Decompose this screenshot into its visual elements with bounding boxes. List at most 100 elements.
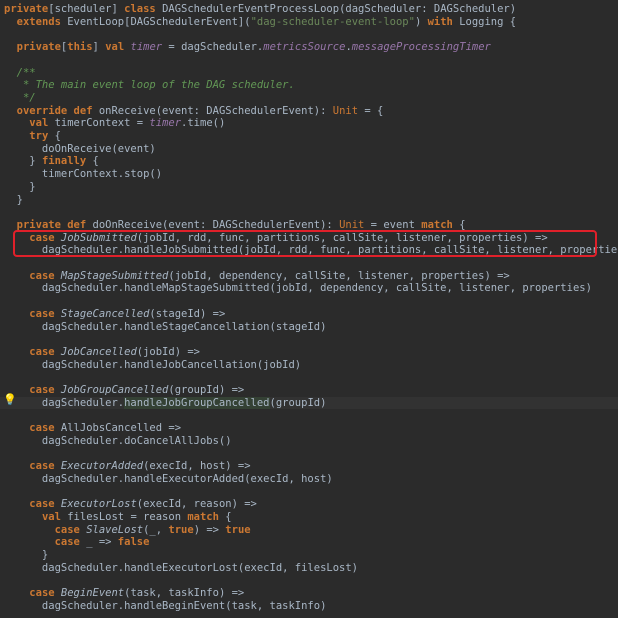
code-line[interactable]: [0, 28, 618, 41]
code-token: case: [29, 422, 61, 435]
code-token: = dagScheduler.: [162, 41, 264, 54]
code-token: [scheduler]: [48, 3, 125, 15]
code-token: }: [4, 155, 42, 168]
code-line[interactable]: [0, 409, 618, 422]
code-line[interactable]: [0, 333, 618, 346]
code-token: val: [105, 41, 131, 54]
code-line[interactable]: [0, 371, 618, 384]
code-token: StageCancelled: [60, 307, 150, 320]
code-token: DAGSchedulerEventProcessLoop(dagSchedule…: [162, 3, 517, 15]
code-line[interactable]: case ExecutorAdded(execId, host) =>: [0, 460, 618, 473]
code-line[interactable]: dagScheduler.handleJobGroupCancelled(gro…: [0, 396, 618, 410]
code-token: match: [187, 511, 226, 523]
code-line[interactable]: case JobCancelled(jobId) =>: [0, 346, 618, 359]
code-line[interactable]: } finally {: [0, 155, 618, 168]
code-token: private: [16, 41, 61, 54]
code-token: finally: [41, 155, 93, 168]
code-line[interactable]: case BeginEvent(task, taskInfo) =>: [0, 587, 618, 600]
code-token: Logging {: [459, 15, 517, 28]
code-token: .time(): [181, 117, 226, 130]
code-line[interactable]: case ExecutorLost(execId, reason) =>: [0, 498, 618, 511]
code-token: dagScheduler.handleExecutorAdded(execId,…: [4, 472, 333, 485]
code-line[interactable]: case MapStageSubmitted(jobId, dependency…: [0, 270, 618, 283]
code-token: case: [29, 307, 61, 320]
code-line[interactable]: dagScheduler.doCancelAllJobs(): [0, 435, 618, 448]
code-token: ]: [92, 41, 106, 54]
code-line[interactable]: val timerContext = timer.time(): [0, 117, 618, 130]
code-line[interactable]: dagScheduler.handleMapStageSubmitted(job…: [0, 282, 618, 295]
code-line[interactable]: [0, 206, 618, 219]
code-token: EventLoop[DAGSchedulerEvent](: [67, 15, 251, 28]
code-editor[interactable]: private[scheduler] class DAGSchedulerEve…: [0, 0, 618, 618]
code-token: (groupId) =>: [168, 384, 245, 396]
code-line[interactable]: case AllJobsCancelled =>: [0, 422, 618, 435]
code-line[interactable]: case _ => false: [0, 536, 618, 549]
code-line[interactable]: [0, 54, 618, 67]
code-line[interactable]: dagScheduler.handleExecutorAdded(execId,…: [0, 473, 618, 486]
code-line[interactable]: [0, 448, 618, 461]
code-token: (groupId): [269, 396, 327, 409]
code-token: dagScheduler.handleStageCancellation(sta…: [4, 320, 327, 333]
code-line[interactable]: override def onReceive(event: DAGSchedul…: [0, 105, 618, 118]
code-token: {: [225, 511, 232, 523]
code-token: {: [92, 155, 99, 168]
code-token: dagScheduler.handleMapStageSubmitted(job…: [4, 282, 592, 295]
code-token: (_,: [143, 523, 169, 536]
code-line[interactable]: dagScheduler.handleBeginEvent(task, task…: [0, 600, 618, 613]
code-token: dagScheduler.handleExecutorLost(execId, …: [4, 561, 359, 574]
code-line[interactable]: dagScheduler.handleStageCancellation(sta…: [0, 321, 618, 334]
code-line[interactable]: [0, 257, 618, 270]
code-token: dagScheduler.: [4, 396, 125, 409]
code-line[interactable]: case JobGroupCancelled(groupId) =>: [0, 384, 618, 397]
code-line[interactable]: }: [0, 549, 618, 562]
code-line[interactable]: [0, 295, 618, 308]
code-token: timerContext =: [54, 117, 150, 130]
code-token: this: [67, 41, 93, 54]
code-token: * The main event loop of the DAG schedul…: [4, 79, 295, 92]
code-line[interactable]: */: [0, 92, 618, 105]
code-token: doOnReceive(event): [4, 142, 156, 155]
code-token: onReceive(event: DAGSchedulerEvent):: [98, 104, 333, 117]
code-line[interactable]: [0, 486, 618, 499]
code-token: timer: [149, 117, 182, 130]
code-line[interactable]: val filesLost = reason match {: [0, 511, 618, 524]
code-token: /**: [4, 66, 36, 79]
code-line[interactable]: extends EventLoop[DAGSchedulerEvent]("da…: [0, 16, 618, 29]
code-line[interactable]: * The main event loop of the DAG schedul…: [0, 79, 618, 92]
code-line[interactable]: doOnReceive(event): [0, 143, 618, 156]
code-token: (stageId) =>: [149, 307, 226, 320]
code-token: dagScheduler.handleBeginEvent(task, task…: [4, 599, 327, 612]
code-line[interactable]: private[this] val timer = dagScheduler.m…: [0, 41, 618, 54]
code-token: val: [41, 511, 68, 523]
code-line[interactable]: try {: [0, 130, 618, 143]
code-line[interactable]: case SlaveLost(_, true) => true: [0, 524, 618, 537]
code-token: dagScheduler.handleJobCancellation(jobId…: [4, 358, 302, 371]
code-line[interactable]: dagScheduler.handleJobCancellation(jobId…: [0, 359, 618, 372]
code-line[interactable]: private[scheduler] class DAGSchedulerEve…: [0, 3, 618, 16]
code-line[interactable]: case StageCancelled(stageId) =>: [0, 308, 618, 321]
code-token: case: [29, 384, 61, 396]
lightbulb-icon[interactable]: 💡: [3, 393, 17, 406]
code-line[interactable]: }: [0, 194, 618, 207]
code-token: case: [29, 269, 61, 282]
code-line[interactable]: dagScheduler.handleExecutorLost(execId, …: [0, 562, 618, 575]
highlight-box: [13, 230, 597, 257]
code-line[interactable]: [0, 575, 618, 588]
code-line[interactable]: }: [0, 181, 618, 194]
code-token: handleJobGroupCancelled: [124, 396, 270, 409]
code-line[interactable]: /**: [0, 67, 618, 80]
code-token: "dag-scheduler-event-loop": [250, 15, 415, 28]
code-line[interactable]: timerContext.stop(): [0, 168, 618, 181]
